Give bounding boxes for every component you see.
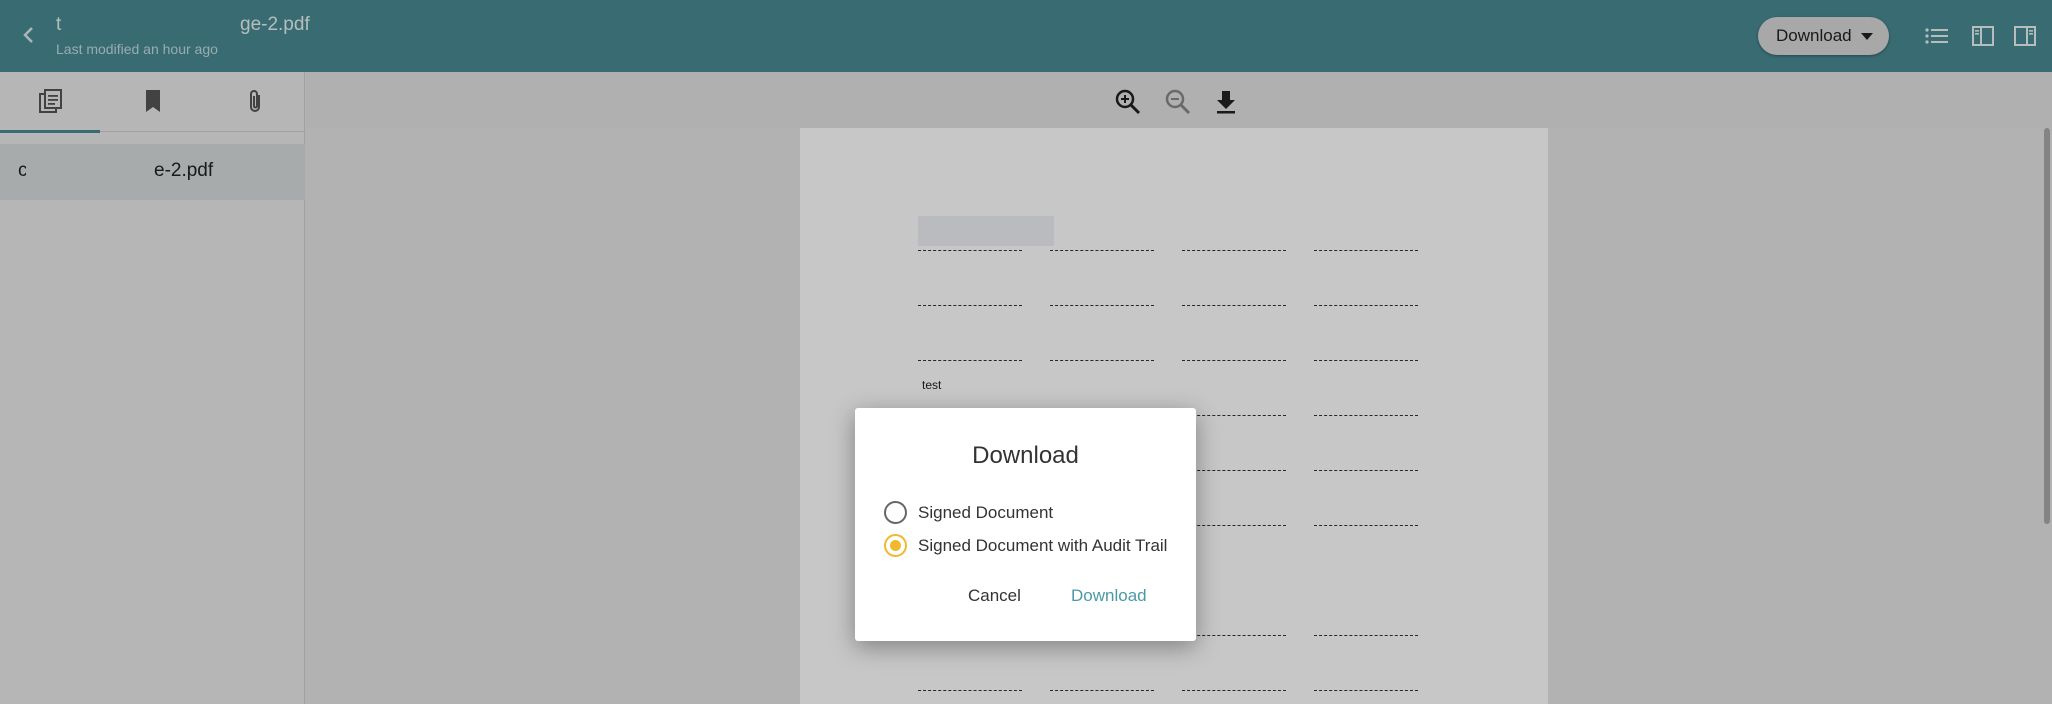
option-signed-document-audit-trail[interactable]: Signed Document with Audit Trail [884,532,1184,558]
radio-button-selected[interactable] [884,534,907,557]
dialog-title: Download [972,442,1079,469]
option-label: Signed Document with Audit Trail [918,536,1168,555]
cancel-button[interactable]: Cancel [968,586,1021,606]
download-button[interactable]: Download [1071,586,1147,606]
download-dialog: Download Signed Document Signed Document… [855,408,1196,641]
option-signed-document[interactable]: Signed Document [884,499,1184,525]
radio-button[interactable] [884,501,907,524]
option-label: Signed Document [918,503,1054,522]
